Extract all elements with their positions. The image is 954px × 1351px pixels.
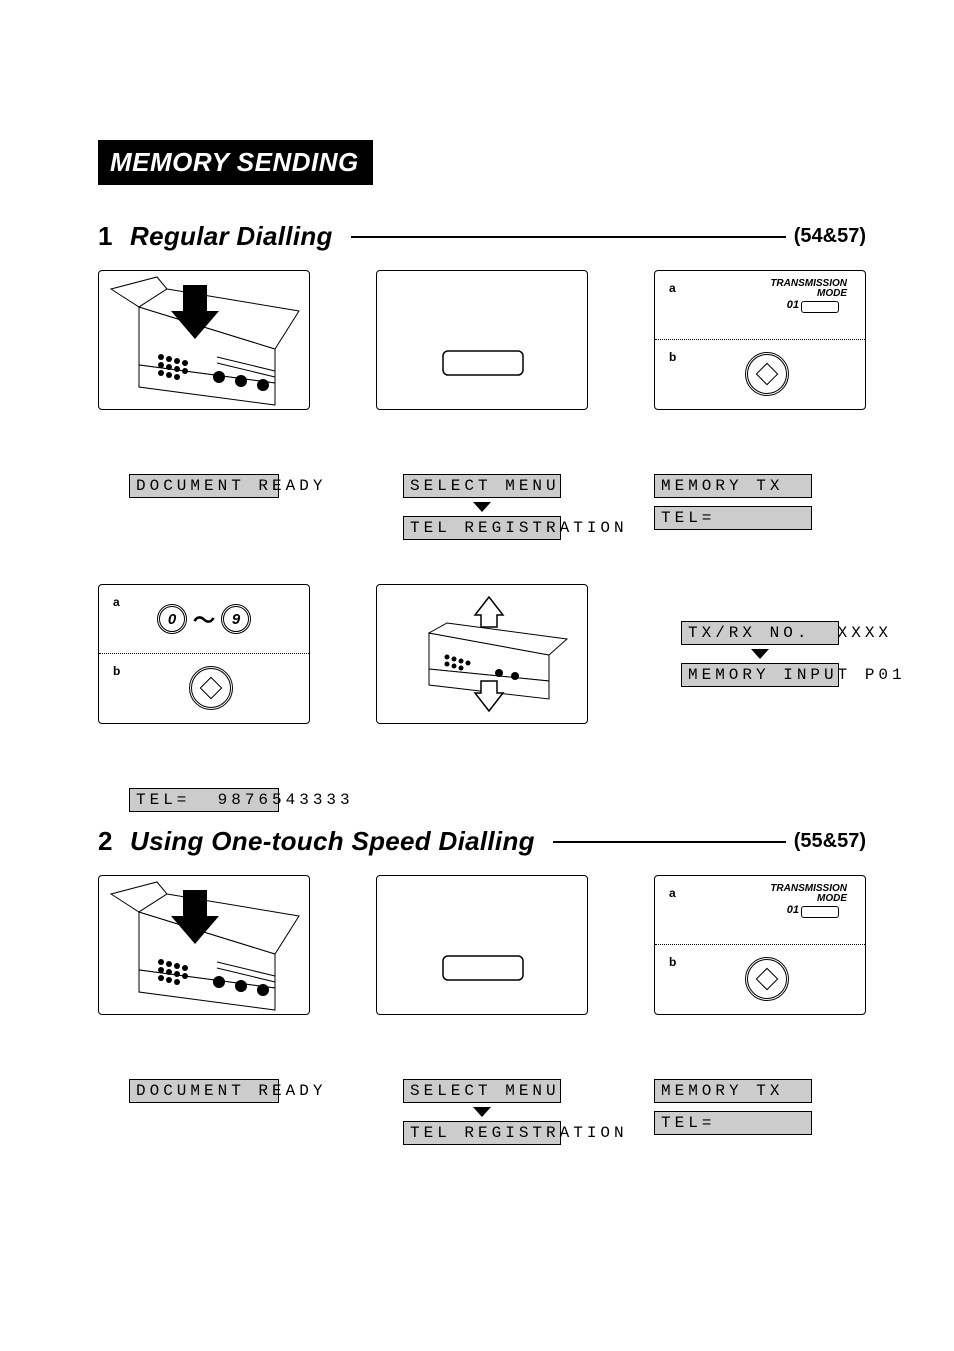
lcd-memory-tx: MEMORY TX: [654, 474, 812, 498]
section1-row4: TEL= 9876543333: [98, 788, 866, 812]
tm-button-icon-2: [801, 906, 839, 918]
diamond-icon: [756, 363, 779, 386]
panel-fax-load-doc: [98, 270, 310, 410]
wide-button-icon: [377, 271, 588, 410]
lcd-document-ready: DOCUMENT READY: [129, 474, 279, 498]
triangle-down-icon-2: [751, 649, 769, 659]
section2-row2-lcds: DOCUMENT READY SELECT MENU TEL REGISTRAT…: [98, 1079, 866, 1145]
diamond-icon-2: [200, 677, 223, 700]
key-9-icon: 9: [221, 604, 251, 634]
transmission-mode-label-2: TRANSMISSION MODE: [770, 884, 847, 904]
panel-transmission-mode: a TRANSMISSION MODE 01 b: [654, 270, 866, 410]
tm-01-label: 01: [787, 299, 799, 311]
lcd-tel-registration-2: TEL REGISTRATION: [403, 1121, 561, 1145]
panel-dial-start: a 0 〜 9 b: [98, 584, 310, 724]
key-0-icon: 0: [157, 604, 187, 634]
transmission-mode-label: TRANSMISSION MODE: [770, 279, 847, 299]
panel-press-menu: [376, 270, 588, 410]
label-b-3: b: [669, 955, 676, 969]
tilde-icon: 〜: [193, 603, 215, 635]
tm-line2-2: MODE: [770, 894, 847, 904]
section2-pageref: (55&57): [794, 830, 866, 853]
panel-fax-scanning: [376, 584, 588, 724]
section2-title: Using One-touch Speed Dialling: [130, 826, 535, 857]
lcd-select-menu-2: SELECT MENU: [403, 1079, 561, 1103]
section1-row1: a TRANSMISSION MODE 01 b: [98, 270, 866, 410]
lcd-tel-eq-2: TEL=: [654, 1111, 812, 1135]
label-b-2: b: [113, 664, 120, 678]
start-button-icon: [745, 352, 789, 396]
section-banner: MEMORY SENDING: [98, 140, 373, 185]
start-button-icon-3: [745, 957, 789, 1001]
tm-button-icon: [801, 301, 839, 313]
lcd-txrx-no: TX/RX NO. XXXX: [681, 621, 839, 645]
start-button-icon-2: [189, 666, 233, 710]
section1-row2-lcds: DOCUMENT READY SELECT MENU TEL REGISTRAT…: [98, 474, 866, 540]
section1-pageref: (54&57): [794, 225, 866, 248]
label-a-2: a: [113, 595, 120, 609]
section1-row3: a 0 〜 9 b: [98, 584, 866, 724]
section1-number: 1: [98, 221, 130, 252]
section1-heading: 1 Regular Dialling (54&57): [98, 221, 866, 252]
triangle-down-icon-3: [473, 1107, 491, 1117]
wide-button-icon-2: [377, 876, 588, 1015]
panel-fax-load-doc-2: [98, 875, 310, 1015]
triangle-down-icon: [473, 502, 491, 512]
label-a: a: [669, 281, 676, 295]
lcd-tel-registration: TEL REGISTRATION: [403, 516, 561, 540]
section2-row1: a TRANSMISSION MODE 01 b: [98, 875, 866, 1015]
tm-line2: MODE: [770, 289, 847, 299]
lcd-select-menu: SELECT MENU: [403, 474, 561, 498]
lcd-tel-number: TEL= 9876543333: [129, 788, 279, 812]
fax-scan-icon: [377, 585, 588, 724]
label-a-3: a: [669, 886, 676, 900]
lcd-tel-eq: TEL=: [654, 506, 812, 530]
fax-illustration-icon-2: [99, 876, 310, 1015]
panel-press-menu-2: [376, 875, 588, 1015]
fax-illustration-icon: [99, 271, 310, 410]
lcd-document-ready-2: DOCUMENT READY: [129, 1079, 279, 1103]
panel-transmission-mode-2: a TRANSMISSION MODE 01 b: [654, 875, 866, 1015]
section2-rule: [553, 841, 786, 843]
label-b: b: [669, 350, 676, 364]
tm-01-label-2: 01: [787, 904, 799, 916]
section2-number: 2: [98, 826, 130, 857]
lcd-memory-tx-2: MEMORY TX: [654, 1079, 812, 1103]
lcd-memory-input: MEMORY INPUT P01: [681, 663, 839, 687]
diamond-icon-3: [756, 968, 779, 991]
section1-rule: [351, 236, 786, 238]
section1-title: Regular Dialling: [130, 221, 333, 252]
section2-heading: 2 Using One-touch Speed Dialling (55&57): [98, 826, 866, 857]
up-arrow-outline-icon: [475, 597, 503, 627]
